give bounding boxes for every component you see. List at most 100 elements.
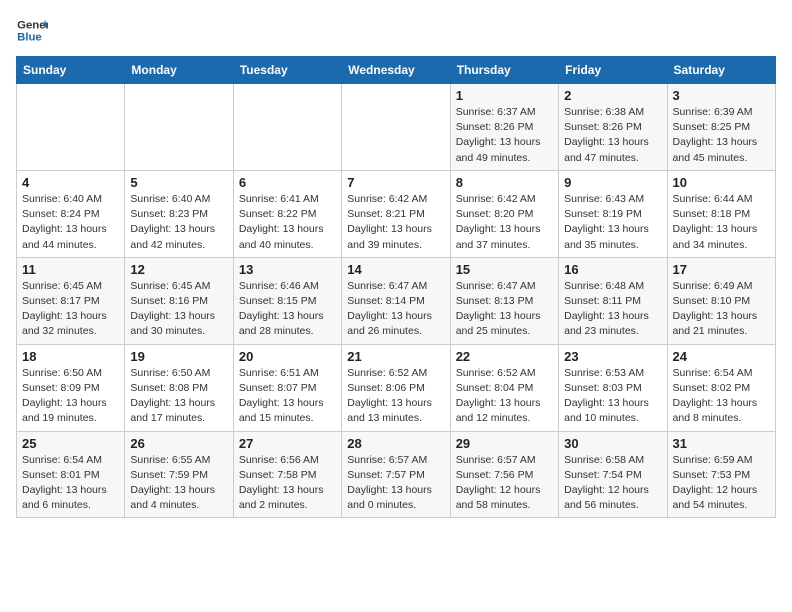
day-info: Sunrise: 6:37 AM Sunset: 8:26 PM Dayligh… [456, 105, 553, 166]
calendar-cell: 1 Sunrise: 6:37 AM Sunset: 8:26 PM Daylig… [450, 84, 558, 171]
calendar-cell: 19 Sunrise: 6:50 AM Sunset: 8:08 PM Dayli… [125, 344, 233, 431]
day-number: 12 [130, 262, 227, 277]
calendar-cell: 27 Sunrise: 6:56 AM Sunset: 7:58 PM Dayli… [233, 431, 341, 518]
day-info: Sunrise: 6:42 AM Sunset: 8:21 PM Dayligh… [347, 192, 444, 253]
day-info: Sunrise: 6:55 AM Sunset: 7:59 PM Dayligh… [130, 453, 227, 514]
day-info: Sunrise: 6:51 AM Sunset: 8:07 PM Dayligh… [239, 366, 336, 427]
calendar-cell: 31 Sunrise: 6:59 AM Sunset: 7:53 PM Dayli… [667, 431, 775, 518]
day-info: Sunrise: 6:46 AM Sunset: 8:15 PM Dayligh… [239, 279, 336, 340]
day-number: 22 [456, 349, 553, 364]
weekday-header-friday: Friday [559, 57, 667, 84]
day-info: Sunrise: 6:45 AM Sunset: 8:16 PM Dayligh… [130, 279, 227, 340]
day-info: Sunrise: 6:47 AM Sunset: 8:14 PM Dayligh… [347, 279, 444, 340]
day-info: Sunrise: 6:53 AM Sunset: 8:03 PM Dayligh… [564, 366, 661, 427]
day-number: 18 [22, 349, 119, 364]
day-info: Sunrise: 6:54 AM Sunset: 8:02 PM Dayligh… [673, 366, 770, 427]
day-number: 28 [347, 436, 444, 451]
calendar-cell: 24 Sunrise: 6:54 AM Sunset: 8:02 PM Dayli… [667, 344, 775, 431]
day-number: 1 [456, 88, 553, 103]
day-number: 26 [130, 436, 227, 451]
day-number: 31 [673, 436, 770, 451]
day-number: 2 [564, 88, 661, 103]
calendar-week-1: 1 Sunrise: 6:37 AM Sunset: 8:26 PM Daylig… [17, 84, 776, 171]
day-number: 13 [239, 262, 336, 277]
calendar-cell: 10Sunrise: 6:44 AM Sunset: 8:18 PM Dayli… [667, 170, 775, 257]
calendar-cell: 12 Sunrise: 6:45 AM Sunset: 8:16 PM Dayli… [125, 257, 233, 344]
day-number: 25 [22, 436, 119, 451]
day-info: Sunrise: 6:42 AM Sunset: 8:20 PM Dayligh… [456, 192, 553, 253]
calendar-cell: 22 Sunrise: 6:52 AM Sunset: 8:04 PM Dayli… [450, 344, 558, 431]
calendar-cell: 3 Sunrise: 6:39 AM Sunset: 8:25 PM Daylig… [667, 84, 775, 171]
day-number: 6 [239, 175, 336, 190]
calendar-cell [233, 84, 341, 171]
day-info: Sunrise: 6:44 AM Sunset: 8:18 PM Dayligh… [673, 192, 770, 253]
calendar-cell: 2 Sunrise: 6:38 AM Sunset: 8:26 PM Daylig… [559, 84, 667, 171]
calendar-cell: 20 Sunrise: 6:51 AM Sunset: 8:07 PM Dayli… [233, 344, 341, 431]
svg-text:Blue: Blue [17, 32, 42, 44]
weekday-header-thursday: Thursday [450, 57, 558, 84]
calendar-cell: 14 Sunrise: 6:47 AM Sunset: 8:14 PM Dayli… [342, 257, 450, 344]
day-number: 24 [673, 349, 770, 364]
day-info: Sunrise: 6:56 AM Sunset: 7:58 PM Dayligh… [239, 453, 336, 514]
calendar-cell: 29Sunrise: 6:57 AM Sunset: 7:56 PM Dayli… [450, 431, 558, 518]
calendar-cell: 11 Sunrise: 6:45 AM Sunset: 8:17 PM Dayli… [17, 257, 125, 344]
day-info: Sunrise: 6:41 AM Sunset: 8:22 PM Dayligh… [239, 192, 336, 253]
calendar-table: SundayMondayTuesdayWednesdayThursdayFrid… [16, 56, 776, 518]
weekday-header-monday: Monday [125, 57, 233, 84]
calendar-cell: 7 Sunrise: 6:42 AM Sunset: 8:21 PM Daylig… [342, 170, 450, 257]
day-info: Sunrise: 6:40 AM Sunset: 8:23 PM Dayligh… [130, 192, 227, 253]
svg-text:General: General [17, 19, 48, 31]
calendar-cell: 15 Sunrise: 6:47 AM Sunset: 8:13 PM Dayli… [450, 257, 558, 344]
calendar-cell: 8 Sunrise: 6:42 AM Sunset: 8:20 PM Daylig… [450, 170, 558, 257]
calendar-cell [125, 84, 233, 171]
calendar-cell: 23Sunrise: 6:53 AM Sunset: 8:03 PM Dayli… [559, 344, 667, 431]
day-info: Sunrise: 6:52 AM Sunset: 8:06 PM Dayligh… [347, 366, 444, 427]
day-info: Sunrise: 6:49 AM Sunset: 8:10 PM Dayligh… [673, 279, 770, 340]
calendar-cell: 4 Sunrise: 6:40 AM Sunset: 8:24 PM Daylig… [17, 170, 125, 257]
weekday-header-sunday: Sunday [17, 57, 125, 84]
day-info: Sunrise: 6:39 AM Sunset: 8:25 PM Dayligh… [673, 105, 770, 166]
calendar-body: 1 Sunrise: 6:37 AM Sunset: 8:26 PM Daylig… [17, 84, 776, 518]
day-info: Sunrise: 6:58 AM Sunset: 7:54 PM Dayligh… [564, 453, 661, 514]
calendar-cell: 25Sunrise: 6:54 AM Sunset: 8:01 PM Dayli… [17, 431, 125, 518]
calendar-header: SundayMondayTuesdayWednesdayThursdayFrid… [17, 57, 776, 84]
day-number: 20 [239, 349, 336, 364]
weekday-header-wednesday: Wednesday [342, 57, 450, 84]
calendar-week-3: 11 Sunrise: 6:45 AM Sunset: 8:17 PM Dayli… [17, 257, 776, 344]
calendar-cell: 6 Sunrise: 6:41 AM Sunset: 8:22 PM Daylig… [233, 170, 341, 257]
calendar-week-5: 25Sunrise: 6:54 AM Sunset: 8:01 PM Dayli… [17, 431, 776, 518]
day-number: 15 [456, 262, 553, 277]
day-number: 19 [130, 349, 227, 364]
day-number: 16 [564, 262, 661, 277]
calendar-cell: 13 Sunrise: 6:46 AM Sunset: 8:15 PM Dayli… [233, 257, 341, 344]
day-info: Sunrise: 6:43 AM Sunset: 8:19 PM Dayligh… [564, 192, 661, 253]
day-info: Sunrise: 6:40 AM Sunset: 8:24 PM Dayligh… [22, 192, 119, 253]
day-info: Sunrise: 6:57 AM Sunset: 7:57 PM Dayligh… [347, 453, 444, 514]
calendar-cell: 17Sunrise: 6:49 AM Sunset: 8:10 PM Dayli… [667, 257, 775, 344]
day-number: 14 [347, 262, 444, 277]
day-number: 11 [22, 262, 119, 277]
weekday-row: SundayMondayTuesdayWednesdayThursdayFrid… [17, 57, 776, 84]
day-number: 9 [564, 175, 661, 190]
day-info: Sunrise: 6:52 AM Sunset: 8:04 PM Dayligh… [456, 366, 553, 427]
day-number: 21 [347, 349, 444, 364]
calendar-week-2: 4 Sunrise: 6:40 AM Sunset: 8:24 PM Daylig… [17, 170, 776, 257]
day-number: 3 [673, 88, 770, 103]
day-info: Sunrise: 6:59 AM Sunset: 7:53 PM Dayligh… [673, 453, 770, 514]
calendar-cell: 16 Sunrise: 6:48 AM Sunset: 8:11 PM Dayli… [559, 257, 667, 344]
page-header: General Blue [16, 16, 776, 44]
day-info: Sunrise: 6:48 AM Sunset: 8:11 PM Dayligh… [564, 279, 661, 340]
day-number: 4 [22, 175, 119, 190]
day-number: 8 [456, 175, 553, 190]
day-info: Sunrise: 6:47 AM Sunset: 8:13 PM Dayligh… [456, 279, 553, 340]
day-info: Sunrise: 6:45 AM Sunset: 8:17 PM Dayligh… [22, 279, 119, 340]
day-number: 5 [130, 175, 227, 190]
day-info: Sunrise: 6:38 AM Sunset: 8:26 PM Dayligh… [564, 105, 661, 166]
logo-icon: General Blue [16, 16, 48, 44]
day-number: 27 [239, 436, 336, 451]
calendar-cell: 28 Sunrise: 6:57 AM Sunset: 7:57 PM Dayli… [342, 431, 450, 518]
day-info: Sunrise: 6:50 AM Sunset: 8:08 PM Dayligh… [130, 366, 227, 427]
day-number: 7 [347, 175, 444, 190]
calendar-cell: 18Sunrise: 6:50 AM Sunset: 8:09 PM Dayli… [17, 344, 125, 431]
calendar-cell [342, 84, 450, 171]
